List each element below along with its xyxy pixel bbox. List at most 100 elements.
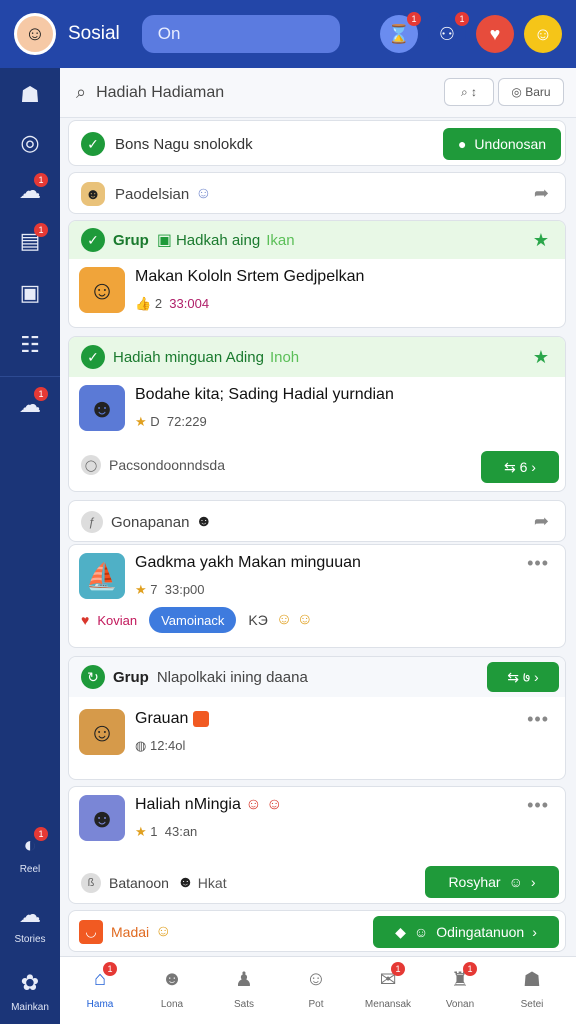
group-icon: ▣ xyxy=(156,232,172,249)
heart-icon[interactable]: ♥ xyxy=(81,612,89,628)
post-time: 12:4ol xyxy=(149,738,186,753)
footer-tag: Hkat xyxy=(197,875,227,891)
share-icon[interactable]: ➦ xyxy=(534,511,549,532)
friends-icon: ☻ xyxy=(161,967,183,990)
check-icon: ✓ xyxy=(81,132,105,156)
emoji-icon: ☺ ☺ xyxy=(245,796,283,813)
search-icon[interactable]: ⌕ xyxy=(76,82,86,103)
post-thumbnail[interactable]: ☺ xyxy=(79,267,125,313)
home-icon: ☗ xyxy=(20,82,40,107)
filter-bar: ⌕ Hadiah Hadiaman ⌕ ↕ ◎ Baru xyxy=(60,68,576,118)
sidebar-item-groups[interactable]: ☁ 1 xyxy=(0,173,60,206)
group-name[interactable]: Nlapolkaki ining daana xyxy=(157,669,308,686)
sort-button[interactable]: ⌕ ↕ xyxy=(444,78,494,106)
filter-text: Hadiah Hadiaman xyxy=(96,83,225,101)
more-options-icon[interactable]: ••• xyxy=(527,795,549,816)
sidebar-item-games[interactable]: ✿ Mainkan xyxy=(0,968,60,1013)
tag-pill[interactable]: Vamoinack xyxy=(149,607,237,633)
nav-profile[interactable]: ☺ Pot xyxy=(284,965,348,1011)
post-thumbnail[interactable]: ☻ xyxy=(79,385,125,431)
shield-icon: ● xyxy=(457,136,467,152)
emoji-icon: ☺ xyxy=(508,874,523,890)
post-card: ◡ Madai ☺ ◆ ☺ Odingatanuon › xyxy=(68,910,566,952)
nav-messages[interactable]: ✉ 1 Menansak xyxy=(356,962,420,1010)
group-icon[interactable]: ⚇ 1 xyxy=(428,12,469,53)
heart-icon[interactable]: ♥ xyxy=(476,15,514,53)
group-label: Grup xyxy=(113,668,149,686)
post-footer-text: Batanoon xyxy=(109,875,169,891)
thumbs-up-icon[interactable]: 👍 xyxy=(135,296,151,311)
app-title: Sosial xyxy=(68,23,120,44)
sidebar-item-reels[interactable]: ◐ 1 Reel xyxy=(0,827,60,875)
top-bar: ☺ Sosial On ⌛ 1 ⚇ 1 ♥ ☺ xyxy=(0,0,576,68)
pages-icon: ▤ 1 xyxy=(15,223,48,256)
sidebar-item-home[interactable]: ☗ xyxy=(0,80,60,110)
sidebar-item-stories[interactable]: ☁ Stories xyxy=(0,900,60,945)
post-title[interactable]: Gadkma yakh Makan minguuan xyxy=(135,554,361,572)
post-time: 33:004 xyxy=(169,296,210,311)
nav-label: Setei xyxy=(520,999,544,1010)
check-icon: ✓ xyxy=(81,345,105,369)
notifications-icon: ♜ 1 xyxy=(446,962,477,993)
join-button[interactable]: ◆ ☺ Odingatanuon › xyxy=(373,916,559,948)
sidebar-item-chat[interactable]: ☁ 1 xyxy=(0,387,60,420)
post-title[interactable]: Makan Kololn Srtem Gedjpelkan xyxy=(135,268,364,286)
notification-badge: 1 xyxy=(34,387,48,401)
sidebar-item-pages[interactable]: ▤ 1 xyxy=(0,223,60,256)
user-avatar[interactable]: ☺ xyxy=(14,13,56,55)
follow-button[interactable]: ● Undonosan xyxy=(443,128,561,160)
post-card: ✓ Bons Nagu snolokdk ● Undonosan xyxy=(68,120,566,166)
reaction-label: KЭ xyxy=(248,612,268,628)
bottom-nav: ⌂ 1 Hama ☻ Lona ♟ Sats ☺ Pot ✉ 1 Menansak ♜ 1 Vonan ☗ Se… xyxy=(60,956,576,1024)
post-title[interactable]: Grauan xyxy=(135,710,188,727)
more-options-icon[interactable]: ••• xyxy=(527,553,549,574)
info-icon: ◯ xyxy=(81,455,101,475)
share-button[interactable]: ⇆ ७ › xyxy=(487,662,559,692)
share-icon[interactable]: ➦ xyxy=(534,183,549,204)
sidebar-item-discover[interactable]: ◎ xyxy=(0,128,60,158)
profile-avatar[interactable]: ☺ xyxy=(524,15,562,53)
sidebar-item-label: Stories xyxy=(14,934,46,945)
search-input[interactable]: On xyxy=(141,15,340,53)
notification-badge: 1 xyxy=(34,827,48,841)
chat-icon: ☁ 1 xyxy=(15,387,48,420)
post-footer-text: Pacsondoonndsda xyxy=(109,457,225,473)
section-tag: Inoh xyxy=(269,348,300,366)
post-time: 43:an xyxy=(164,824,198,839)
follow-button-label: Undonosan xyxy=(474,136,547,152)
games-icon: ✿ xyxy=(20,970,40,995)
info-icon: ƒ xyxy=(81,511,103,533)
share-button[interactable]: ⇆ 6 › xyxy=(481,451,559,483)
sidebar-item-label: Reel xyxy=(19,864,41,875)
post-thumbnail[interactable]: ☺ xyxy=(79,709,125,755)
nav-home[interactable]: ⌂ 1 Hama xyxy=(68,962,132,1010)
post-thumbnail[interactable]: ⛵ xyxy=(79,553,125,599)
nav-friends[interactable]: ☻ Lona xyxy=(140,965,204,1011)
notification-badge: 1 xyxy=(103,962,117,976)
sidebar-item-photos[interactable]: ▣ xyxy=(0,278,60,308)
sidebar-item-lists[interactable]: ☷ xyxy=(0,330,60,360)
star-rating-icon: ★ xyxy=(135,582,147,597)
post-title[interactable]: Haliah nMingia xyxy=(135,796,241,813)
nav-label: Sats xyxy=(233,999,254,1010)
group-name[interactable]: Hadkah aing xyxy=(176,232,260,249)
respond-button[interactable]: Rosyhar ☺ › xyxy=(425,866,559,898)
post-card: ☻ Paodelsian ☺ ➦ xyxy=(68,172,566,214)
like-count: 2 xyxy=(154,296,163,311)
nav-stats[interactable]: ♟ Sats xyxy=(212,965,276,1011)
nav-notifications[interactable]: ♜ 1 Vonan xyxy=(428,962,492,1010)
section-title: Hadiah minguan Ading xyxy=(113,348,264,366)
post-title[interactable]: Bodahe kita; Sading Hadial yurndian xyxy=(135,386,394,404)
more-options-icon[interactable]: ••• xyxy=(527,709,549,730)
nav-settings[interactable]: ☗ Setei xyxy=(500,965,564,1011)
stats-icon: ♟ xyxy=(235,968,253,991)
post-thumbnail[interactable]: ☻ xyxy=(79,795,125,841)
star-icon[interactable]: ★ xyxy=(533,347,549,368)
post-card: ƒ Gonapanan ☻ ➦ xyxy=(68,500,566,542)
sidebar: ☗ ◎ ☁ 1 ▤ 1 ▣ ☷ ☁ 1 ◐ 1 Reel ☁ Stories ✿ Mainkan xyxy=(0,68,60,1024)
hourglass-icon[interactable]: ⌛ 1 xyxy=(380,12,421,53)
new-filter-button[interactable]: ◎ Baru xyxy=(498,78,564,106)
post-time: 33:p00 xyxy=(164,582,205,597)
messages-icon: ✉ 1 xyxy=(374,962,405,993)
star-icon[interactable]: ★ xyxy=(533,230,549,251)
